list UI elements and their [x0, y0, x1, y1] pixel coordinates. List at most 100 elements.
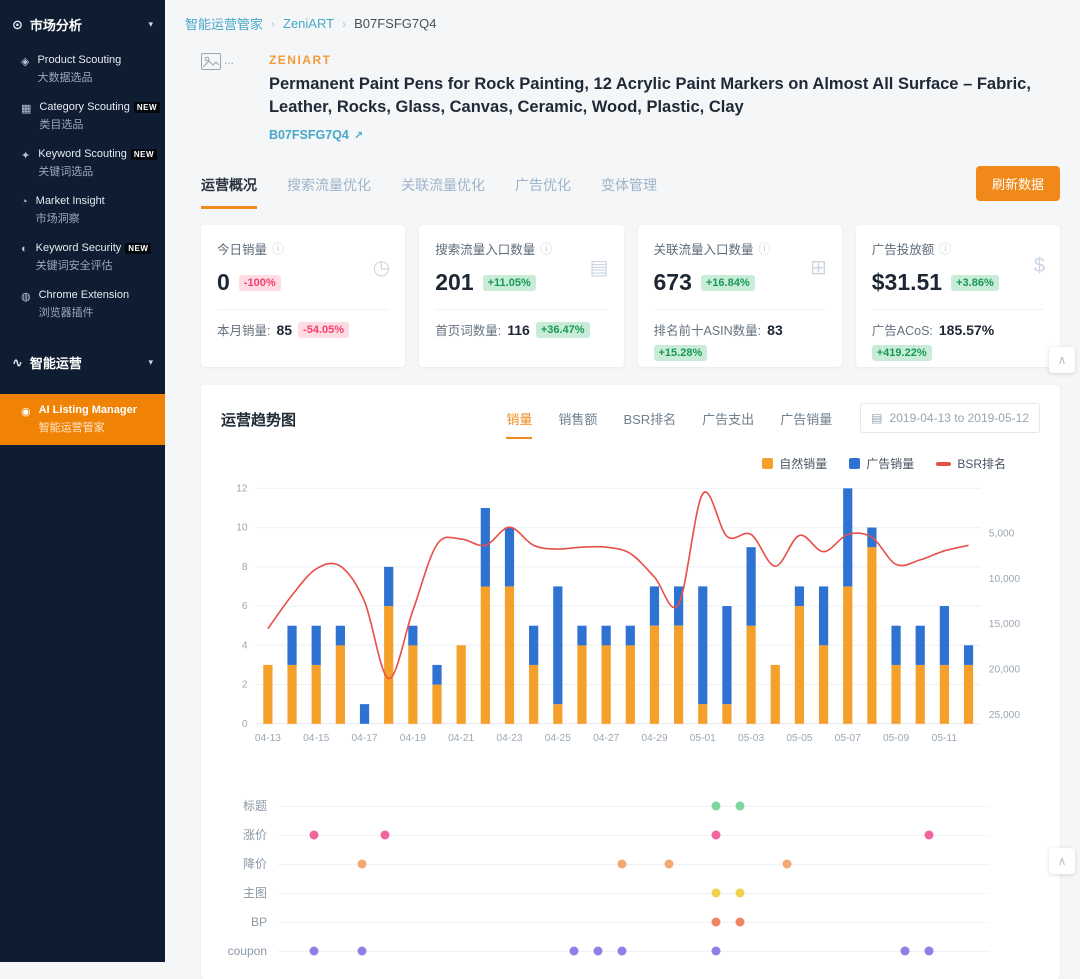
- new-badge: NEW: [125, 243, 151, 254]
- event-dot[interactable]: [712, 917, 721, 926]
- event-dot[interactable]: [617, 859, 626, 868]
- sidebar-section-smart-operation[interactable]: ∿ 智能运营 ▾: [0, 338, 165, 384]
- chevron-down-icon[interactable]: ▾: [148, 19, 153, 30]
- event-dot[interactable]: [712, 946, 721, 955]
- trend-chart[interactable]: 0246810125,00010,00015,00020,00025,00004…: [221, 474, 1040, 783]
- footer-label: 广告ACoS:: [872, 320, 933, 339]
- stat-value-row: 201+11.05%: [435, 269, 607, 296]
- trend-tab-[interactable]: 销量: [506, 409, 532, 439]
- trend-chart-title: 运营趋势图: [221, 403, 296, 430]
- market-insight-icon: ◔: [21, 196, 28, 208]
- breadcrumb-separator: ›: [271, 17, 275, 31]
- event-dot[interactable]: [357, 946, 366, 955]
- ai-listing-manager-icon: ◉: [21, 405, 31, 435]
- event-dot[interactable]: [381, 830, 390, 839]
- sidebar-item-zh: 市场洞察: [36, 210, 105, 226]
- stat-card-footer: 本月销量:85-54.05%: [217, 309, 389, 339]
- event-dot[interactable]: [712, 830, 721, 839]
- change-badge: -54.05%: [298, 322, 349, 338]
- svg-text:04-13: 04-13: [255, 733, 281, 744]
- change-badge: +15.28%: [654, 345, 708, 361]
- legend-item-[interactable]: 广告销量: [849, 455, 914, 472]
- product-asin-link[interactable]: B07FSFG7Q4 ↗: [269, 128, 1060, 142]
- info-icon[interactable]: ⓘ: [540, 240, 552, 257]
- product-image[interactable]: ...: [201, 53, 251, 142]
- product-info: ZENIART Permanent Paint Pens for Rock Pa…: [269, 53, 1060, 142]
- sidebar-item-keyword-scouting[interactable]: ✦Keyword ScoutingNEW关键词选品: [0, 140, 165, 187]
- sidebar-item-text: Chrome Extension浏览器插件: [39, 289, 130, 320]
- legend-label: 广告销量: [866, 455, 914, 472]
- sidebar-item-category-scouting[interactable]: ▦Category ScoutingNEW类目选品: [0, 93, 165, 140]
- event-dot[interactable]: [735, 801, 744, 810]
- trend-tab-bsr[interactable]: BSR排名: [623, 409, 676, 439]
- event-dot[interactable]: [735, 917, 744, 926]
- breadcrumb-item-manager[interactable]: 智能运营管家: [185, 14, 263, 33]
- event-dot[interactable]: [617, 946, 626, 955]
- info-icon[interactable]: ⓘ: [759, 240, 771, 257]
- trend-tab-[interactable]: 销售额: [558, 409, 597, 439]
- svg-text:05-05: 05-05: [786, 733, 812, 744]
- event-dot[interactable]: [783, 859, 792, 868]
- event-dot[interactable]: [664, 859, 673, 868]
- stat-value-row: 0-100%: [217, 269, 389, 296]
- info-icon[interactable]: ⓘ: [272, 240, 284, 257]
- event-dot[interactable]: [570, 946, 579, 955]
- event-dot[interactable]: [735, 888, 744, 897]
- tab-[interactable]: 运营概况: [201, 175, 257, 209]
- scroll-top-button[interactable]: ∧: [1049, 347, 1075, 373]
- sidebar-item-text: Market Insight市场洞察: [36, 195, 105, 226]
- trend-tab-[interactable]: 广告销量: [780, 409, 832, 439]
- scroll-top-button[interactable]: ∧: [1049, 848, 1075, 874]
- event-dot[interactable]: [357, 859, 366, 868]
- main-content: 智能运营管家 › ZeniART › B07FSFG7Q4 ... ZENIAR…: [165, 0, 1080, 962]
- trend-tab-[interactable]: 广告支出: [702, 409, 754, 439]
- sidebar-item-text: Keyword SecurityNEW关键词安全评估: [36, 242, 152, 273]
- events-timeline: 标题涨价降价主图BPcoupon: [221, 791, 1040, 965]
- event-row-line: [279, 820, 988, 849]
- sidebar-item-chrome-extension[interactable]: ◍Chrome Extension浏览器插件: [0, 281, 165, 328]
- event-dot[interactable]: [712, 888, 721, 897]
- line-swatch-icon: [936, 462, 951, 466]
- legend-item-bsr[interactable]: BSR排名: [936, 455, 1006, 472]
- product-brand: ZENIART: [269, 53, 1060, 67]
- event-row-: 降价: [221, 849, 988, 878]
- date-range-picker[interactable]: ▤ 2019-04-13 to 2019-05-12: [860, 403, 1040, 433]
- legend-item-[interactable]: 自然销量: [762, 455, 827, 472]
- stat-card: 今日销量ⓘ◷0-100%本月销量:85-54.05%: [201, 225, 405, 367]
- tab-[interactable]: 关联流量优化: [401, 175, 485, 209]
- tab-[interactable]: 变体管理: [601, 175, 657, 209]
- event-dot[interactable]: [924, 946, 933, 955]
- change-badge: +11.05%: [483, 275, 536, 291]
- sidebar-item-market-insight[interactable]: ◔ Market Insight市场洞察: [0, 187, 165, 234]
- external-link-icon: ↗: [354, 129, 363, 142]
- breadcrumb-item-brand[interactable]: ZeniART: [283, 16, 334, 31]
- sidebar-item-zh: 大数据选品: [37, 69, 121, 85]
- event-dot[interactable]: [712, 801, 721, 810]
- footer-label: 首页词数量:: [435, 320, 501, 339]
- event-dot[interactable]: [594, 946, 603, 955]
- event-dot[interactable]: [924, 830, 933, 839]
- info-icon[interactable]: ⓘ: [939, 240, 951, 257]
- svg-text:05-11: 05-11: [932, 733, 958, 744]
- chevron-down-icon[interactable]: ▾: [148, 357, 153, 368]
- svg-text:04-29: 04-29: [641, 733, 667, 744]
- event-dot[interactable]: [310, 946, 319, 955]
- sidebar-item-zh: 关键词安全评估: [36, 257, 152, 273]
- footer-label: 排名前十ASIN数量:: [654, 320, 762, 339]
- sidebar-item-product-scouting[interactable]: ◈Product Scouting大数据选品: [0, 46, 165, 93]
- svg-text:05-03: 05-03: [738, 733, 764, 744]
- event-dot[interactable]: [901, 946, 910, 955]
- sidebar-item-keyword-security[interactable]: ◐Keyword SecurityNEW关键词安全评估: [0, 234, 165, 281]
- breadcrumb: 智能运营管家 › ZeniART › B07FSFG7Q4: [185, 14, 1060, 33]
- refresh-data-button[interactable]: 刷新数据: [976, 166, 1060, 201]
- keyword-security-icon: ◐: [21, 243, 28, 255]
- sidebar-nav: ◈Product Scouting大数据选品▦Category Scouting…: [0, 46, 165, 328]
- smart-operation-icon: ∿: [12, 355, 23, 371]
- sidebar-item-ai-listing-manager[interactable]: ◉ AI Listing Manager 智能运营管家: [0, 394, 165, 445]
- event-dot[interactable]: [310, 830, 319, 839]
- broken-image-icon: [201, 53, 221, 70]
- tab-[interactable]: 广告优化: [515, 175, 571, 209]
- tab-[interactable]: 搜索流量优化: [287, 175, 371, 209]
- product-header: ... ZENIART Permanent Paint Pens for Roc…: [201, 53, 1060, 142]
- sidebar-section-market-analysis[interactable]: ⊙ 市场分析 ▾: [0, 0, 165, 46]
